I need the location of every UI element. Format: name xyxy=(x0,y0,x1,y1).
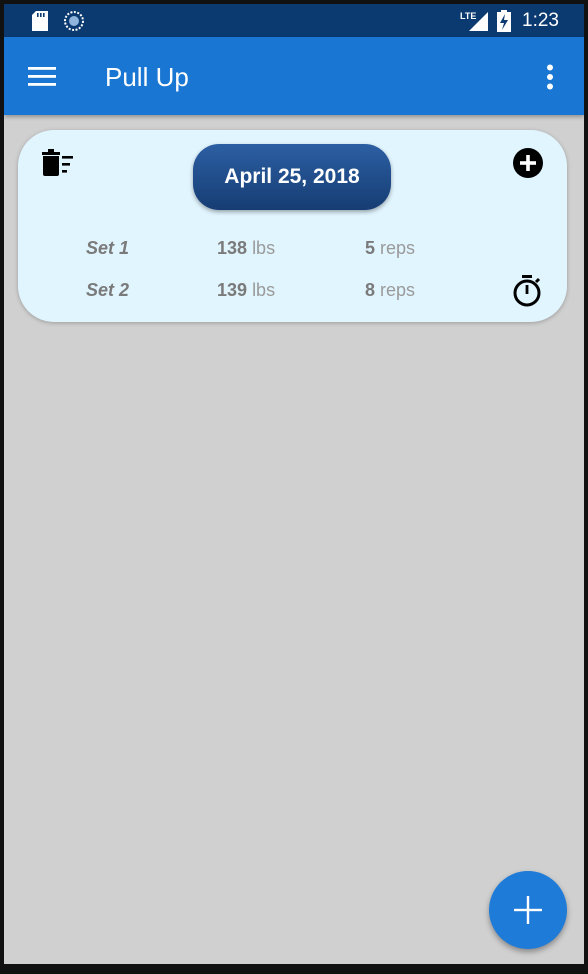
status-time: 1:23 xyxy=(522,10,559,31)
set-label: Set 2 xyxy=(86,280,130,300)
workout-card: April 25, 2018 Set 1 138 lbs 5 reps Set … xyxy=(18,130,567,322)
signal-icon: LTE xyxy=(460,10,490,37)
set-label: Set 1 xyxy=(86,238,130,258)
set-reps: 8 reps xyxy=(365,280,415,301)
reps-value: 5 xyxy=(365,238,376,258)
add-workout-fab[interactable] xyxy=(489,871,567,949)
overflow-menu-button[interactable] xyxy=(541,64,559,90)
menu-button[interactable] xyxy=(28,65,58,89)
set-reps: 5 reps xyxy=(365,238,415,259)
set-row[interactable]: Set 2 139 lbs 8 reps xyxy=(18,280,567,306)
weight-unit: lbs xyxy=(252,280,276,300)
set-weight: 139 lbs xyxy=(217,280,275,301)
sd-card-icon xyxy=(32,11,48,36)
plus-icon xyxy=(514,896,542,924)
weight-unit: lbs xyxy=(252,238,276,258)
status-bar: LTE 1:23 xyxy=(4,4,584,37)
weight-value: 139 xyxy=(217,280,248,300)
app-bar: Pull Up xyxy=(4,37,584,115)
add-set-button[interactable] xyxy=(512,147,544,179)
menu-icon xyxy=(28,67,56,86)
sync-icon xyxy=(64,11,84,36)
weight-value: 138 xyxy=(217,238,248,258)
reps-unit: reps xyxy=(380,238,416,258)
page-title: Pull Up xyxy=(105,62,189,92)
app-screen: LTE 1:23 Pull Up April 25, 2018 Set 1 13… xyxy=(4,4,584,964)
delete-sweep-icon xyxy=(42,149,73,176)
delete-workout-button[interactable] xyxy=(42,148,76,178)
reps-value: 8 xyxy=(365,280,376,300)
date-button[interactable]: April 25, 2018 xyxy=(193,144,391,210)
add-circle-icon xyxy=(513,148,543,178)
timer-button[interactable] xyxy=(512,274,542,308)
timer-icon xyxy=(513,275,541,307)
more-vert-icon xyxy=(547,64,553,90)
set-weight: 138 lbs xyxy=(217,238,275,259)
network-label: LTE xyxy=(460,11,476,21)
reps-unit: reps xyxy=(380,280,416,300)
set-row[interactable]: Set 1 138 lbs 5 reps xyxy=(18,238,567,264)
battery-charging-icon xyxy=(497,10,511,37)
